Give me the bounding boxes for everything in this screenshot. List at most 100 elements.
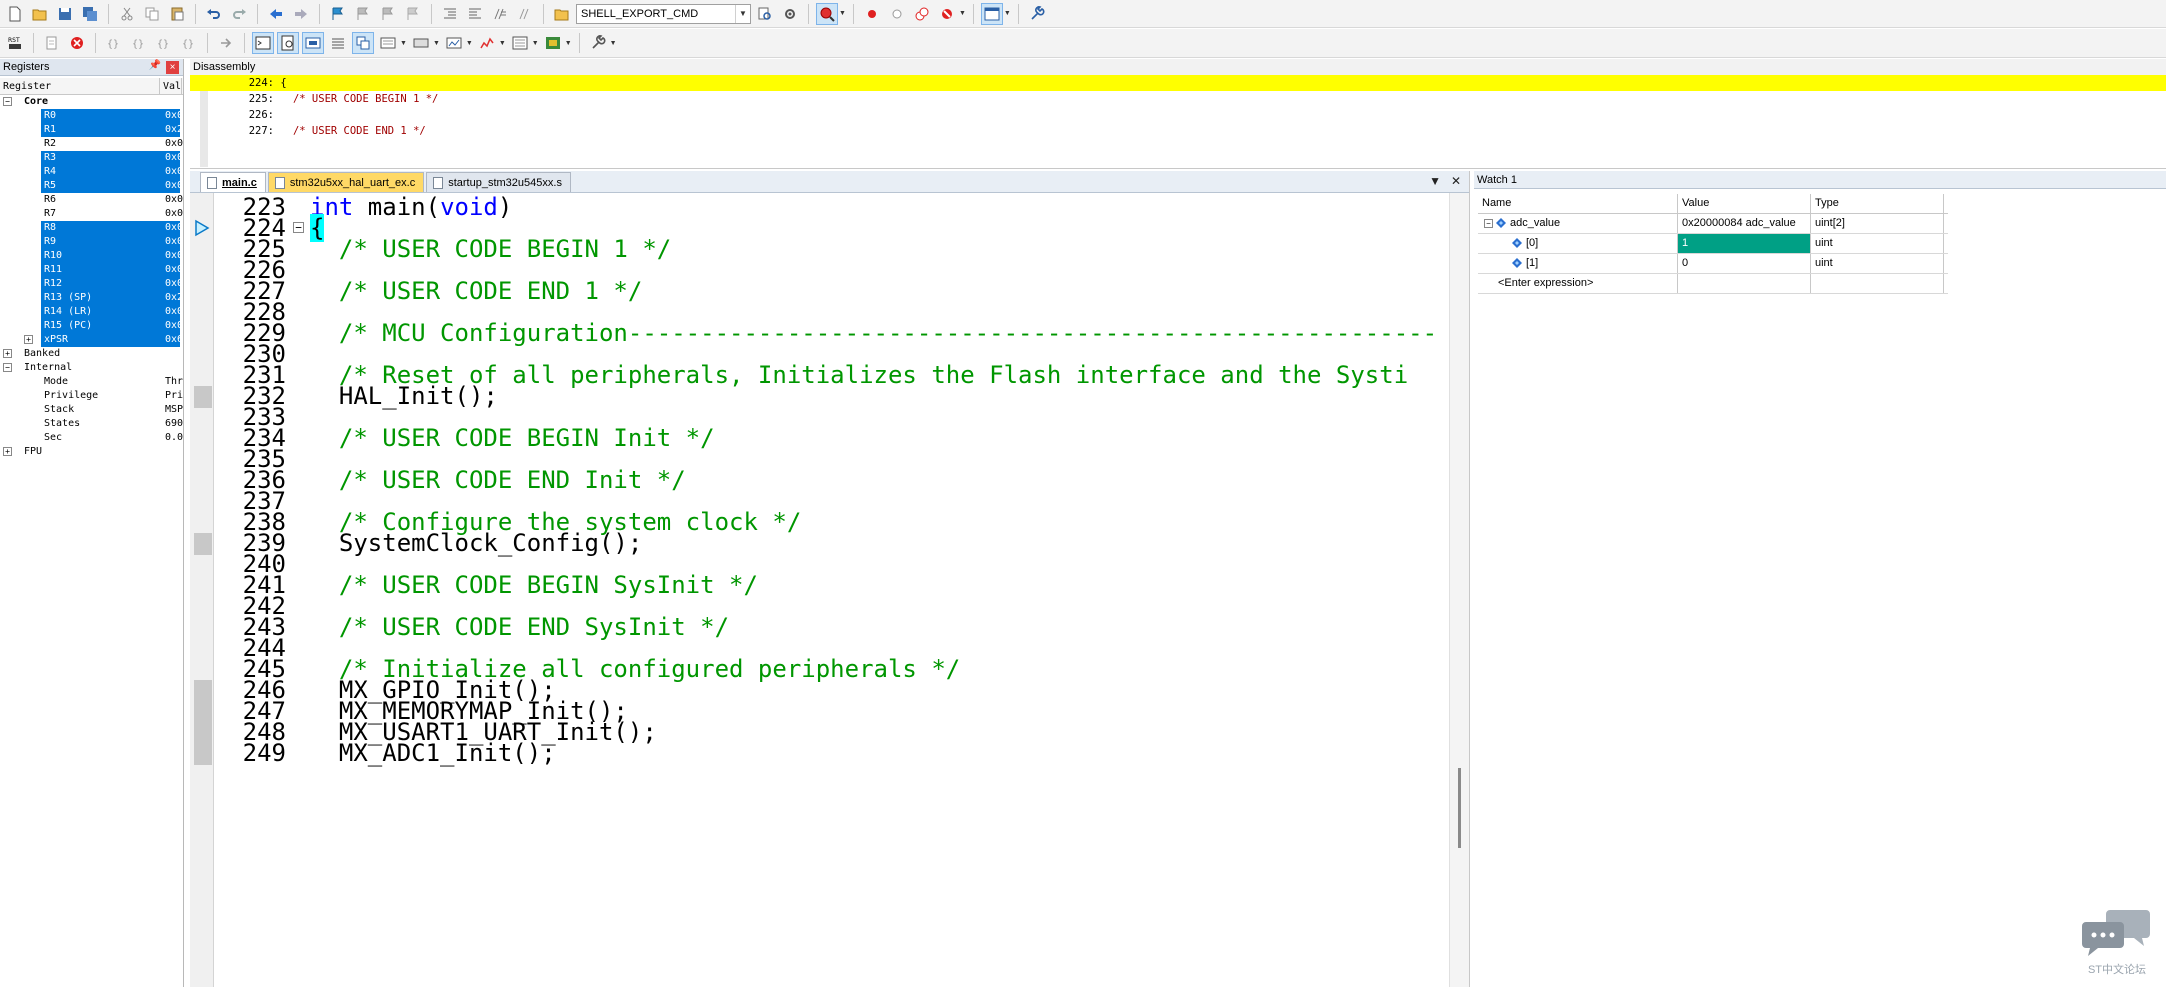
col-register[interactable]: Register [0, 78, 160, 94]
chevron-down-icon[interactable]: ▼ [466, 40, 473, 47]
watch-name-cell[interactable]: [0] [1478, 234, 1678, 253]
symbols-window-button[interactable] [302, 32, 324, 54]
run-to-cursor-button[interactable]: {} [178, 32, 200, 54]
step-into-button[interactable]: {} [103, 32, 125, 54]
debug-session-button[interactable] [816, 2, 838, 25]
register-row[interactable]: R3 0x0 [0, 151, 183, 165]
find-button[interactable] [754, 3, 776, 25]
tab-dropdown-icon[interactable]: ▼ [1429, 174, 1441, 188]
expand-icon[interactable]: + [24, 335, 33, 344]
col-value[interactable]: Val [160, 78, 182, 94]
find-in-files-button[interactable] [551, 3, 573, 25]
expand-icon[interactable]: + [3, 447, 12, 456]
watch-row[interactable]: − adc_value 0x20000084 adc_value uint[2] [1478, 214, 1948, 234]
serial-window-button[interactable] [443, 32, 465, 54]
watch-col-type[interactable]: Type [1811, 194, 1944, 213]
redo-button[interactable] [228, 3, 250, 25]
register-row[interactable]: Stack MSP [0, 403, 183, 417]
system-viewer-button[interactable] [542, 32, 564, 54]
register-row[interactable]: R0 0x0 [0, 109, 183, 123]
registers-window-button[interactable] [327, 32, 349, 54]
chevron-down-icon[interactable]: ▼ [400, 40, 407, 47]
chevron-down-icon[interactable]: ▼ [839, 10, 846, 17]
watch-window-button[interactable] [377, 32, 399, 54]
comment-button[interactable] [489, 3, 511, 25]
register-row[interactable]: − Core [0, 95, 183, 109]
disassembly-line[interactable]: 225: /* USER CODE BEGIN 1 */ [190, 91, 2166, 107]
show-next-statement-button[interactable] [215, 32, 237, 54]
tab-file[interactable]: main.c [200, 172, 266, 192]
kill-all-breakpoints-button[interactable] [936, 3, 958, 25]
collapse-icon[interactable]: − [3, 363, 12, 372]
disassembly-line[interactable]: 224: { [190, 75, 2166, 91]
chevron-down-icon[interactable]: ▼ [959, 10, 966, 17]
watch-row[interactable]: [0] 1 uint [1478, 234, 1948, 254]
register-row[interactable]: R4 0x0 [0, 165, 183, 179]
incremental-find-button[interactable] [779, 3, 801, 25]
reset-button[interactable]: RST [4, 32, 26, 54]
scroll-thumb[interactable] [1458, 768, 1461, 848]
register-row[interactable]: R13 (SP) 0x2 [0, 291, 183, 305]
watch-value-cell[interactable]: 0 [1678, 254, 1811, 273]
pin-icon[interactable]: 📌 [149, 60, 161, 71]
fold-collapse-icon[interactable]: − [293, 222, 304, 233]
register-row[interactable]: + Banked [0, 347, 183, 361]
save-all-button[interactable] [79, 3, 101, 25]
register-row[interactable]: R6 0x0 [0, 193, 183, 207]
cut-button[interactable] [116, 3, 138, 25]
watch-col-value[interactable]: Value [1678, 194, 1811, 213]
register-row[interactable]: R12 0x0 [0, 277, 183, 291]
step-over-button[interactable]: {} [128, 32, 150, 54]
watch-value-cell[interactable]: 0x20000084 adc_value [1678, 214, 1811, 233]
watch-row[interactable]: <Enter expression> [1478, 274, 1948, 294]
find-combo[interactable]: SHELL_EXPORT_CMD ▼ [576, 3, 751, 24]
register-row[interactable]: R9 0x0 [0, 235, 183, 249]
expand-icon[interactable]: + [3, 349, 12, 358]
tab-file[interactable]: startup_stm32u545xx.s [426, 172, 571, 192]
new-file-button[interactable] [4, 3, 26, 25]
open-file-button[interactable] [29, 3, 51, 25]
chevron-down-icon[interactable]: ▼ [433, 40, 440, 47]
bookmark-prev-button[interactable] [352, 3, 374, 25]
register-row[interactable]: R11 0x0 [0, 263, 183, 277]
disassembly-window-button[interactable] [277, 32, 299, 54]
register-row[interactable]: R5 0x0 [0, 179, 183, 193]
run-button[interactable] [41, 32, 63, 54]
register-row[interactable]: R7 0x0 [0, 207, 183, 221]
watch-col-name[interactable]: Name [1478, 194, 1678, 213]
register-row[interactable]: States 690 [0, 417, 183, 431]
stop-button[interactable] [66, 32, 88, 54]
watch-row[interactable]: [1] 0 uint [1478, 254, 1948, 274]
save-button[interactable] [54, 3, 76, 25]
register-row[interactable]: + xPSR 0x6 [0, 333, 183, 347]
paste-button[interactable] [166, 3, 188, 25]
bookmark-toggle-button[interactable] [327, 3, 349, 25]
chevron-down-icon[interactable]: ▼ [1004, 10, 1011, 17]
register-row[interactable]: R2 0x0 [0, 137, 183, 151]
chevron-down-icon[interactable]: ▼ [532, 40, 539, 47]
register-row[interactable]: R8 0x0 [0, 221, 183, 235]
indent-button[interactable] [439, 3, 461, 25]
bookmark-clear-button[interactable] [402, 3, 424, 25]
undo-button[interactable] [203, 3, 225, 25]
watch-name-cell[interactable]: <Enter expression> [1478, 274, 1678, 293]
memory-window-button[interactable] [410, 32, 432, 54]
register-row[interactable]: Privilege Pri [0, 389, 183, 403]
disable-all-breakpoints-button[interactable] [911, 3, 933, 25]
watch-value-cell[interactable] [1678, 274, 1811, 293]
tab-file[interactable]: stm32u5xx_hal_uart_ex.c [267, 172, 425, 192]
unindent-button[interactable] [464, 3, 486, 25]
disable-breakpoint-button[interactable] [886, 3, 908, 25]
close-icon[interactable]: × [166, 61, 179, 74]
register-row[interactable]: R15 (PC) 0x0 [0, 319, 183, 333]
executable-line-marker[interactable] [194, 743, 212, 765]
watch-name-cell[interactable]: − adc_value [1478, 214, 1678, 233]
vertical-scrollbar[interactable] [1449, 193, 1469, 987]
register-row[interactable]: − Internal [0, 361, 183, 375]
bookmark-next-button[interactable] [377, 3, 399, 25]
toolbox-button[interactable] [587, 32, 609, 54]
chevron-down-icon[interactable]: ▼ [499, 40, 506, 47]
uncomment-button[interactable] [514, 3, 536, 25]
nav-back-button[interactable] [265, 3, 287, 25]
configure-button[interactable] [1026, 3, 1048, 25]
